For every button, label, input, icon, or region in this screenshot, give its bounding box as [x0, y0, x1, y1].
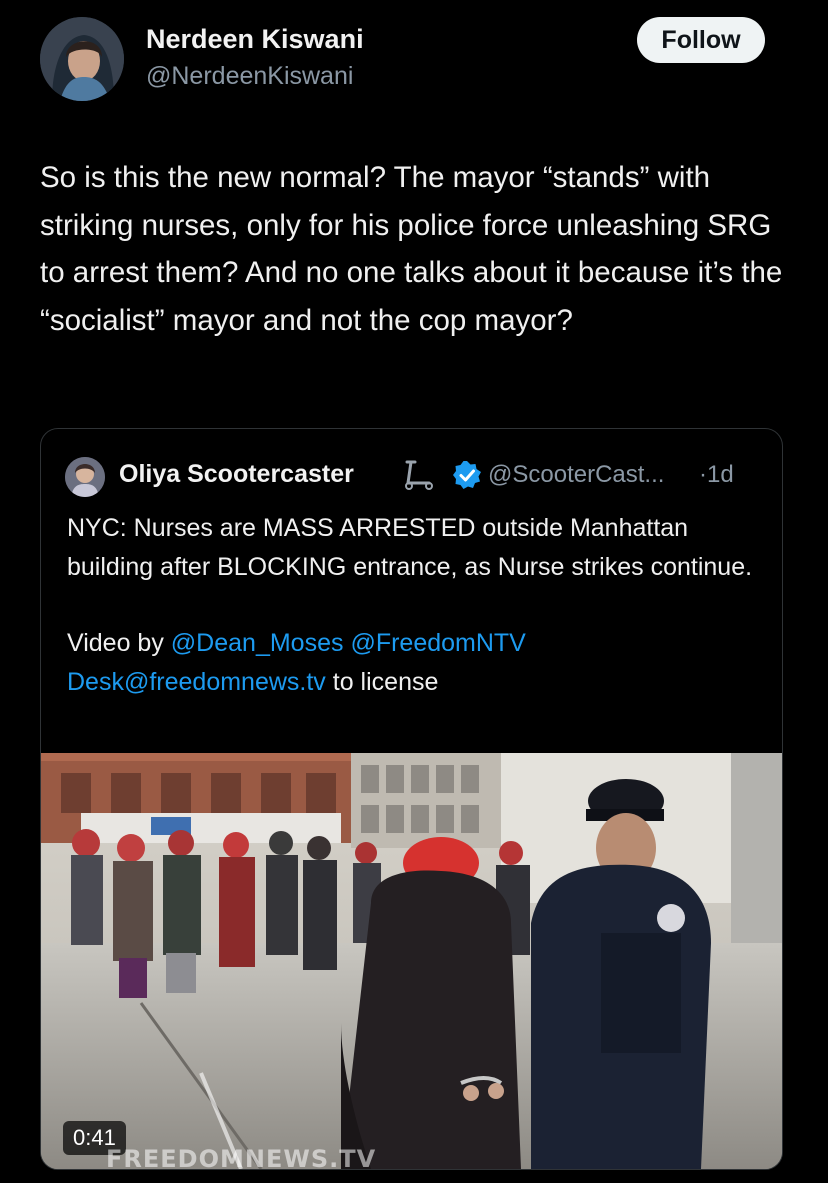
video-thumbnail-scene — [41, 753, 782, 1169]
embedded-video[interactable]: 0:41 FREEDOMNEWS.TV — [41, 753, 782, 1169]
video-watermark: FREEDOMNEWS.TV — [106, 1145, 377, 1169]
quoted-tweet-card[interactable]: Oliya Scootercaster @ScooterCast... ·1d … — [40, 428, 783, 1170]
author-handle[interactable]: @NerdeenKiswani — [146, 62, 353, 91]
quote-text: NYC: Nurses are MASS ARRESTED outside Ma… — [67, 509, 767, 701]
license-text: to license — [325, 667, 439, 696]
video-credit-line: Video by @Dean_Moses @FreedomNTV — [67, 624, 767, 663]
quote-author-avatar[interactable] — [65, 457, 105, 497]
quote-author-name[interactable]: Oliya Scootercaster — [119, 460, 354, 489]
author-avatar[interactable] — [40, 17, 124, 101]
license-line: Desk@freedomnews.tv to license — [67, 663, 767, 702]
scooter-emoji-icon — [403, 459, 437, 491]
quote-author-handle[interactable]: @ScooterCast... — [488, 461, 664, 489]
mention-freedomntv[interactable]: @FreedomNTV — [350, 629, 525, 657]
follow-button[interactable]: Follow — [637, 17, 765, 63]
quote-body: NYC: Nurses are MASS ARRESTED outside Ma… — [67, 514, 753, 581]
email-link[interactable]: Desk@freedomnews.tv — [67, 668, 326, 696]
video-by-label: Video by — [67, 629, 171, 657]
quote-timestamp[interactable]: ·1d — [699, 461, 734, 489]
tweet-text: So is this the new normal? The mayor “st… — [40, 161, 783, 337]
mention-dean-moses[interactable]: @Dean_Moses — [171, 629, 344, 657]
verified-badge-icon — [452, 460, 482, 490]
author-name[interactable]: Nerdeen Kiswani — [146, 24, 364, 55]
